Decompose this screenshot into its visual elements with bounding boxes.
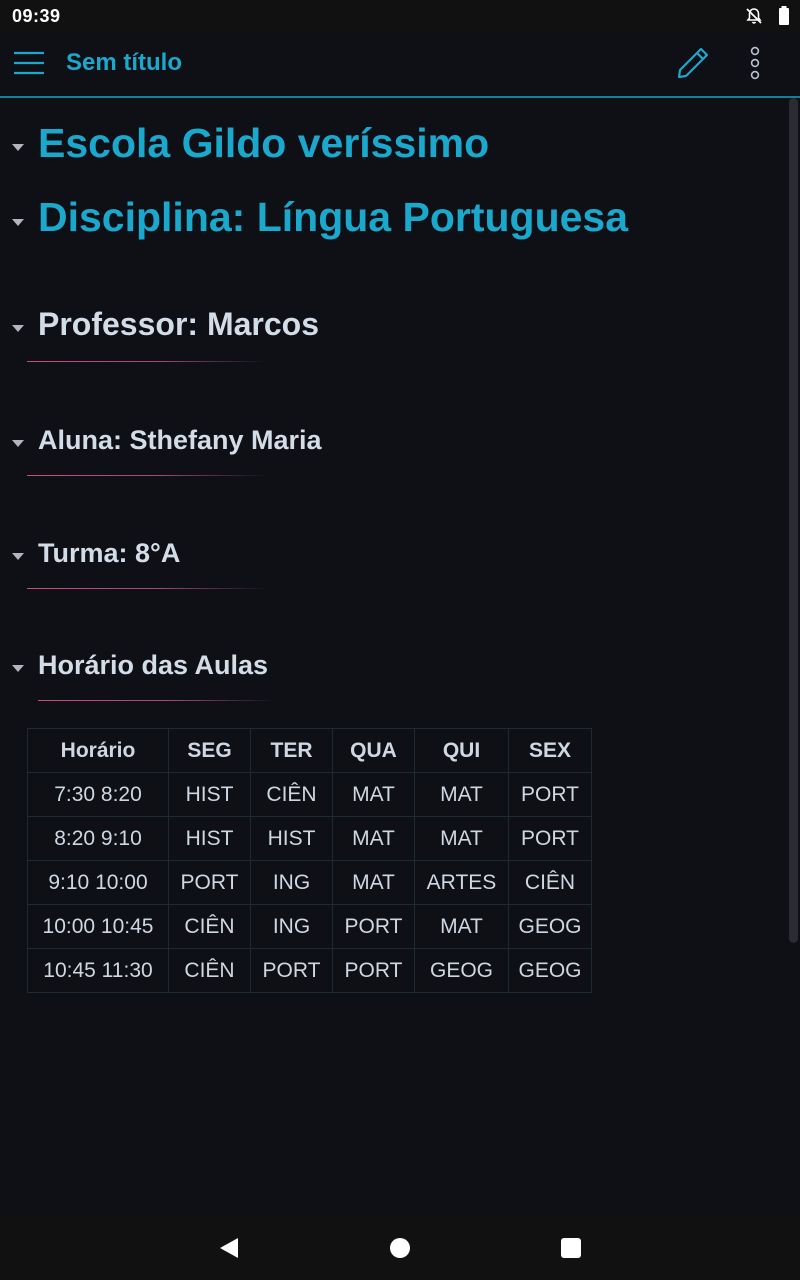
heading-class: Turma: 8°A (38, 538, 181, 568)
table-header-cell: QUI (414, 728, 509, 773)
table-cell: HIST (168, 816, 251, 861)
table-header-cell: SEG (168, 728, 251, 773)
table-cell: CIÊN (168, 904, 251, 949)
recents-button[interactable] (561, 1238, 581, 1258)
status-bar: 09:39 (0, 0, 800, 32)
more-vert-icon (750, 46, 760, 80)
table-cell: 8:20 9:10 (27, 816, 169, 861)
table-cell: PORT (332, 948, 415, 993)
table-header-cell: Horário (27, 728, 169, 773)
table-cell: MAT (414, 772, 509, 817)
app-bar: Sem título (0, 32, 800, 98)
table-cell: CIÊN (508, 860, 592, 905)
table-cell: PORT (508, 772, 592, 817)
heading-underline (38, 700, 278, 701)
heading-underline (27, 475, 267, 476)
table-cell: CIÊN (168, 948, 251, 993)
status-time: 09:39 (12, 6, 61, 26)
table-cell: MAT (332, 772, 415, 817)
heading-teacher: Professor: Marcos (38, 306, 319, 342)
edit-button[interactable] (674, 44, 712, 82)
system-nav-bar (0, 1216, 800, 1280)
collapse-caret-icon[interactable] (12, 144, 24, 151)
table-cell: ING (250, 904, 333, 949)
table-header-cell: QUA (332, 728, 415, 773)
heading-school: Escola Gildo veríssimo (38, 120, 490, 166)
table-cell: 10:00 10:45 (27, 904, 169, 949)
table-cell: 9:10 10:00 (27, 860, 169, 905)
collapse-caret-icon[interactable] (12, 665, 24, 672)
heading-schedule: Horário das Aulas (38, 650, 269, 680)
heading-discipline: Disciplina: Língua Portuguesa (38, 194, 629, 240)
table-cell: PORT (332, 904, 415, 949)
table-header-cell: SEX (508, 728, 592, 773)
heading-student: Aluna: Sthefany Maria (38, 425, 322, 455)
table-cell: 7:30 8:20 (27, 772, 169, 817)
back-icon (220, 1238, 238, 1258)
table-cell: MAT (414, 904, 509, 949)
vertical-scrollbar[interactable] (789, 98, 798, 943)
collapse-caret-icon[interactable] (12, 440, 24, 447)
heading-underline (27, 588, 267, 589)
table-cell: MAT (332, 816, 415, 861)
table-header-cell: TER (250, 728, 333, 773)
table-row: 7:30 8:20 HIST CIÊN MAT MAT PORT (27, 772, 592, 817)
table-header-row: Horário SEG TER QUA QUI SEX (27, 728, 592, 773)
table-row: 10:45 11:30 CIÊN PORT PORT GEOG GEOG (27, 948, 592, 993)
status-icons (744, 6, 790, 26)
back-button[interactable] (218, 1236, 240, 1265)
collapse-caret-icon[interactable] (12, 553, 24, 560)
table-cell: PORT (250, 948, 333, 993)
table-cell: PORT (508, 816, 592, 861)
table-cell: PORT (168, 860, 251, 905)
table-cell: GEOG (508, 904, 592, 949)
table-row: 8:20 9:10 HIST HIST MAT MAT PORT (27, 816, 592, 861)
table-row: 10:00 10:45 CIÊN ING PORT MAT GEOG (27, 904, 592, 949)
table-cell: HIST (168, 772, 251, 817)
app-title: Sem título (66, 49, 183, 76)
more-options-button[interactable] (740, 44, 770, 84)
heading-underline (27, 361, 267, 362)
home-button[interactable] (390, 1238, 410, 1258)
table-cell: GEOG (508, 948, 592, 993)
table-cell: HIST (250, 816, 333, 861)
table-row: 9:10 10:00 PORT ING MAT ARTES CIÊN (27, 860, 592, 905)
notifications-off-icon (744, 6, 764, 26)
schedule-table: Horário SEG TER QUA QUI SEX 7:30 8:20 HI… (27, 728, 592, 993)
document-content[interactable]: Escola Gildo veríssimo Disciplina: Língu… (0, 98, 788, 1216)
collapse-caret-icon[interactable] (12, 325, 24, 332)
edit-pencil-icon (677, 47, 709, 79)
battery-icon (778, 6, 790, 26)
table-cell: CIÊN (250, 772, 333, 817)
table-cell: ING (250, 860, 333, 905)
table-cell: ARTES (414, 860, 509, 905)
table-cell: MAT (414, 816, 509, 861)
table-cell: 10:45 11:30 (27, 948, 169, 993)
table-cell: MAT (332, 860, 415, 905)
menu-icon (14, 51, 44, 75)
menu-button[interactable] (10, 46, 48, 80)
collapse-caret-icon[interactable] (12, 219, 24, 226)
table-cell: GEOG (414, 948, 509, 993)
